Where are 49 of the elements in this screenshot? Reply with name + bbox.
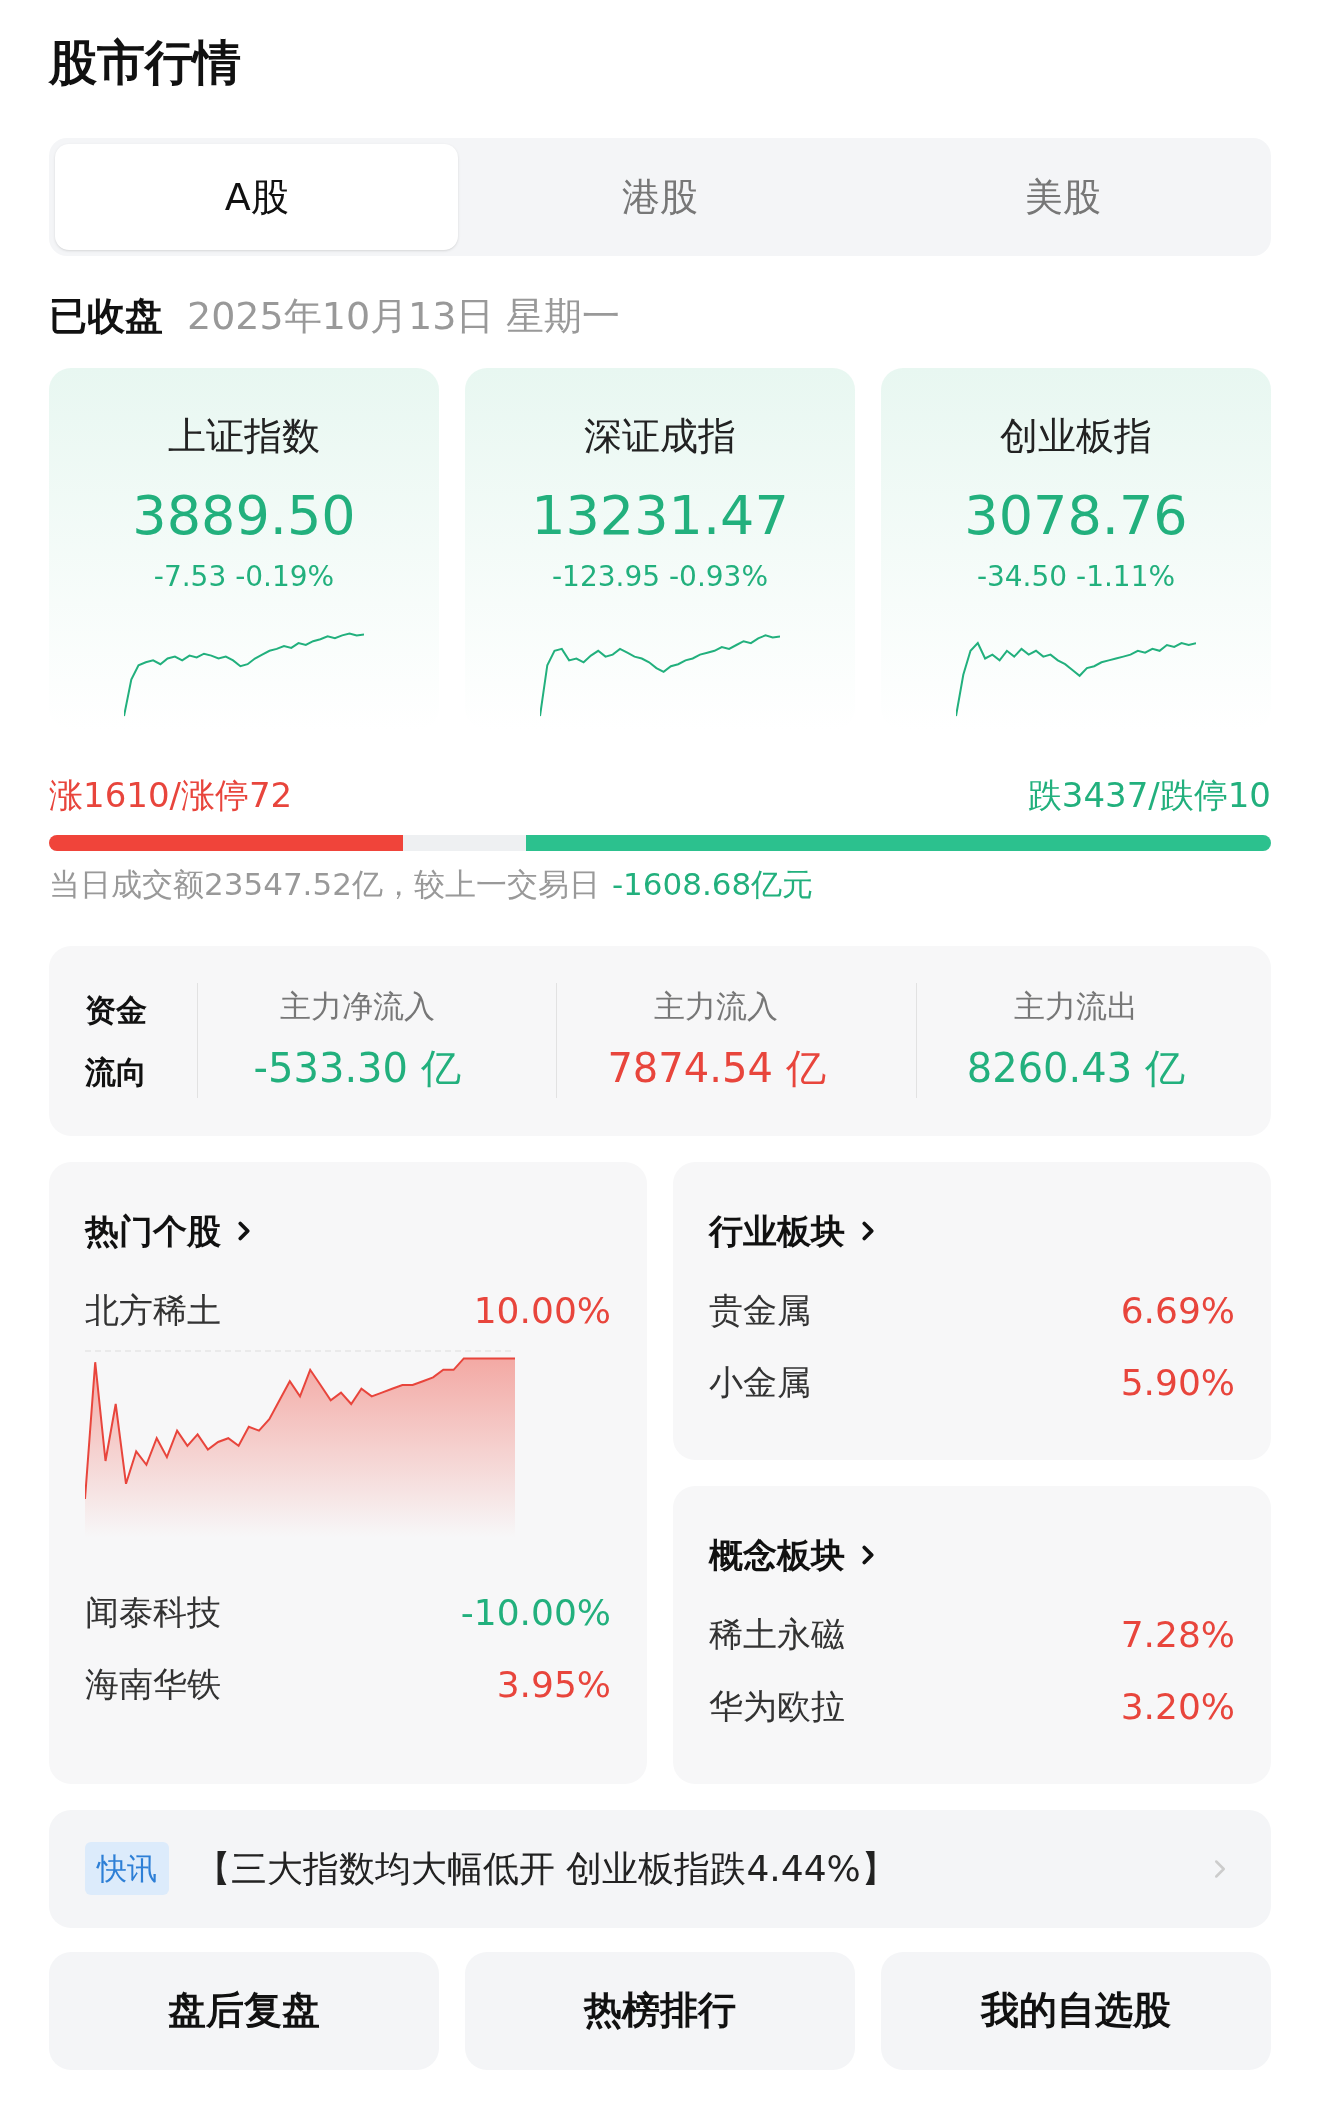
index-change: -123.95 -0.93% [552, 559, 768, 595]
stock-name: 华为欧拉 [709, 1685, 845, 1728]
index-name: 上证指数 [168, 413, 320, 460]
action-button[interactable]: 我的自选股 [881, 1951, 1271, 2070]
stock-name: 贵金属 [709, 1289, 811, 1332]
flow-label: 主力流出 [1013, 987, 1138, 1027]
market-tab[interactable]: 美股 [861, 144, 1265, 250]
index-change: -7.53 -0.19% [153, 559, 335, 595]
market-tab[interactable]: A股 [55, 144, 459, 250]
change-percent: 5.90% [1120, 1360, 1235, 1405]
advancers-count: 涨1610/涨停72 [49, 774, 293, 817]
change-percent: 7.28% [1120, 1612, 1235, 1657]
change-percent: 6.69% [1120, 1288, 1235, 1333]
stock-name: 小金属 [709, 1361, 811, 1404]
section-link[interactable]: 概念板块 [709, 1529, 883, 1581]
section-link[interactable]: 热门个股 [85, 1205, 259, 1257]
flow-label: 主力流入 [654, 987, 779, 1027]
market-tab[interactable]: 港股 [458, 144, 862, 250]
stock-name: 闻泰科技 [85, 1591, 221, 1634]
fund-flow-title: 资金流向 [85, 990, 148, 1092]
action-button[interactable]: 热榜排行 [465, 1951, 855, 2070]
change-percent: 10.00% [473, 1288, 611, 1333]
news-bar[interactable]: 快讯 【三大指数均大幅低开 创业板指跌4.44%】 [49, 1809, 1271, 1928]
index-name: 深证成指 [584, 413, 736, 460]
news-tag: 快讯 [85, 1842, 169, 1895]
index-value: 3078.76 [964, 483, 1188, 549]
flow-value: 7874.54 亿 [607, 1043, 826, 1093]
index-value: 13231.47 [531, 483, 789, 549]
decliners-count: 跌3437/跌停10 [1027, 774, 1271, 817]
section-link[interactable]: 行业板块 [709, 1205, 883, 1257]
index-value: 3889.50 [132, 483, 356, 549]
stock-name: 海南华铁 [85, 1663, 221, 1706]
action-button[interactable]: 盘后复盘 [49, 1951, 439, 2070]
turnover-text: 当日成交额23547.52亿，较上一交易日 [49, 865, 600, 904]
flow-value: 8260.43 亿 [966, 1043, 1185, 1093]
trade-date: 2025年10月13日 星期一 [187, 292, 621, 340]
page-title: 股市行情 [49, 33, 242, 92]
flow-label: 主力净流入 [279, 987, 435, 1027]
turnover-change: -1608.68亿元 [611, 865, 814, 904]
change-percent: -10.00% [460, 1590, 611, 1635]
stock-name: 北方稀土 [85, 1289, 221, 1332]
market-status: 已收盘 [49, 292, 163, 340]
flow-value: -533.30 亿 [253, 1043, 461, 1093]
index-name: 创业板指 [1000, 413, 1152, 460]
change-percent: 3.95% [496, 1662, 611, 1707]
index-change: -34.50 -1.11% [976, 559, 1176, 595]
stock-name: 稀土永磁 [709, 1613, 845, 1656]
news-headline: 【三大指数均大幅低开 创业板指跌4.44%】 [195, 1846, 898, 1891]
change-percent: 3.20% [1120, 1684, 1235, 1729]
